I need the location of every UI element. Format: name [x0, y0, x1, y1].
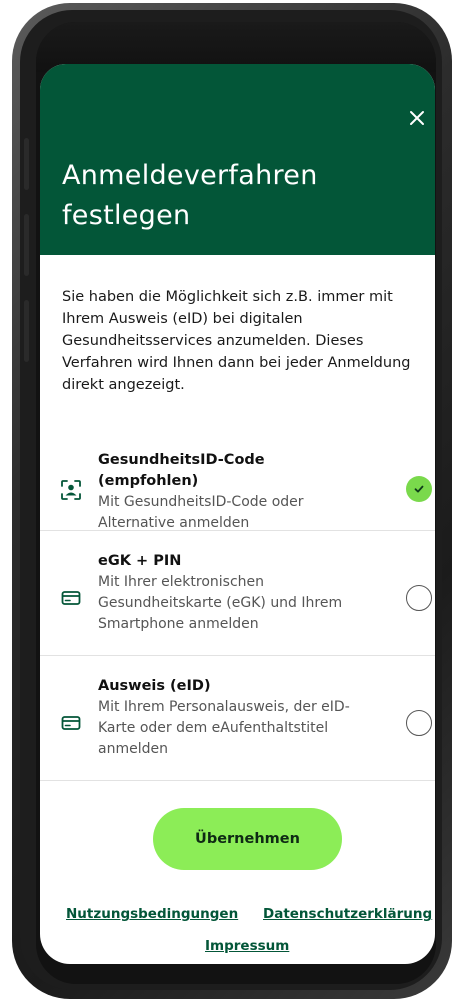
option-description: Mit Ihrer elektronischen Gesundheitskart…: [98, 574, 343, 632]
card-icon: [61, 716, 81, 730]
imprint-link[interactable]: Impressum: [205, 938, 289, 954]
dialog-intro-text: Sie haben die Möglichkeit sich z.B. imme…: [62, 289, 411, 393]
option-description: Mit Ihrem Personalausweis, der eID-Karte…: [98, 699, 350, 757]
phone-volume-up: [24, 214, 29, 276]
card-icon: [61, 591, 81, 605]
close-icon: [410, 111, 424, 125]
option-title: GesundheitsID-Code (empfohlen): [98, 452, 265, 489]
close-button[interactable]: [403, 104, 431, 132]
privacy-link[interactable]: Datenschutzerklärung: [263, 906, 432, 922]
face-scan-icon: [61, 480, 81, 500]
dialog-title: Anmeldeverfahren festlegen: [62, 156, 402, 236]
option-egk-pin-radio[interactable]: [406, 585, 432, 611]
option-description: Mit GesundheitsID-Code oder Alternative …: [98, 494, 304, 531]
option-gesundheitsid[interactable]: GesundheitsID-Code (empfohlen) Mit Gesun…: [40, 444, 435, 531]
option-gesundheitsid-radio[interactable]: [406, 476, 432, 502]
option-title: Ausweis (eID): [98, 678, 211, 694]
option-eid-radio[interactable]: [406, 710, 432, 736]
option-eid[interactable]: Ausweis (eID) Mit Ihrem Personalausweis,…: [40, 656, 435, 781]
apply-button[interactable]: Übernehmen: [153, 808, 342, 870]
login-method-dialog: Anmeldeverfahren festlegen Sie haben die…: [40, 64, 435, 964]
option-egk-pin-text: eGK + PIN Mit Ihrer elektronischen Gesun…: [98, 551, 368, 635]
dialog-title-line2: festlegen: [62, 200, 191, 231]
login-options-list: GesundheitsID-Code (empfohlen) Mit Gesun…: [40, 444, 435, 781]
option-title: eGK + PIN: [98, 553, 182, 569]
option-egk-pin[interactable]: eGK + PIN Mit Ihrer elektronischen Gesun…: [40, 531, 435, 656]
dialog-title-line1: Anmeldeverfahren: [62, 160, 318, 191]
option-gesundheitsid-text: GesundheitsID-Code (empfohlen) Mit Gesun…: [98, 450, 368, 534]
checkmark-icon: [414, 485, 424, 493]
app-stage: Anmeldeverfahren festlegen Sie haben die…: [0, 0, 454, 1001]
phone-volume-down: [24, 300, 29, 362]
terms-link[interactable]: Nutzungsbedingungen: [66, 906, 238, 922]
dialog-header: Anmeldeverfahren festlegen: [40, 64, 435, 255]
phone-mute-switch: [24, 138, 29, 190]
option-eid-text: Ausweis (eID) Mit Ihrem Personalausweis,…: [98, 676, 368, 760]
